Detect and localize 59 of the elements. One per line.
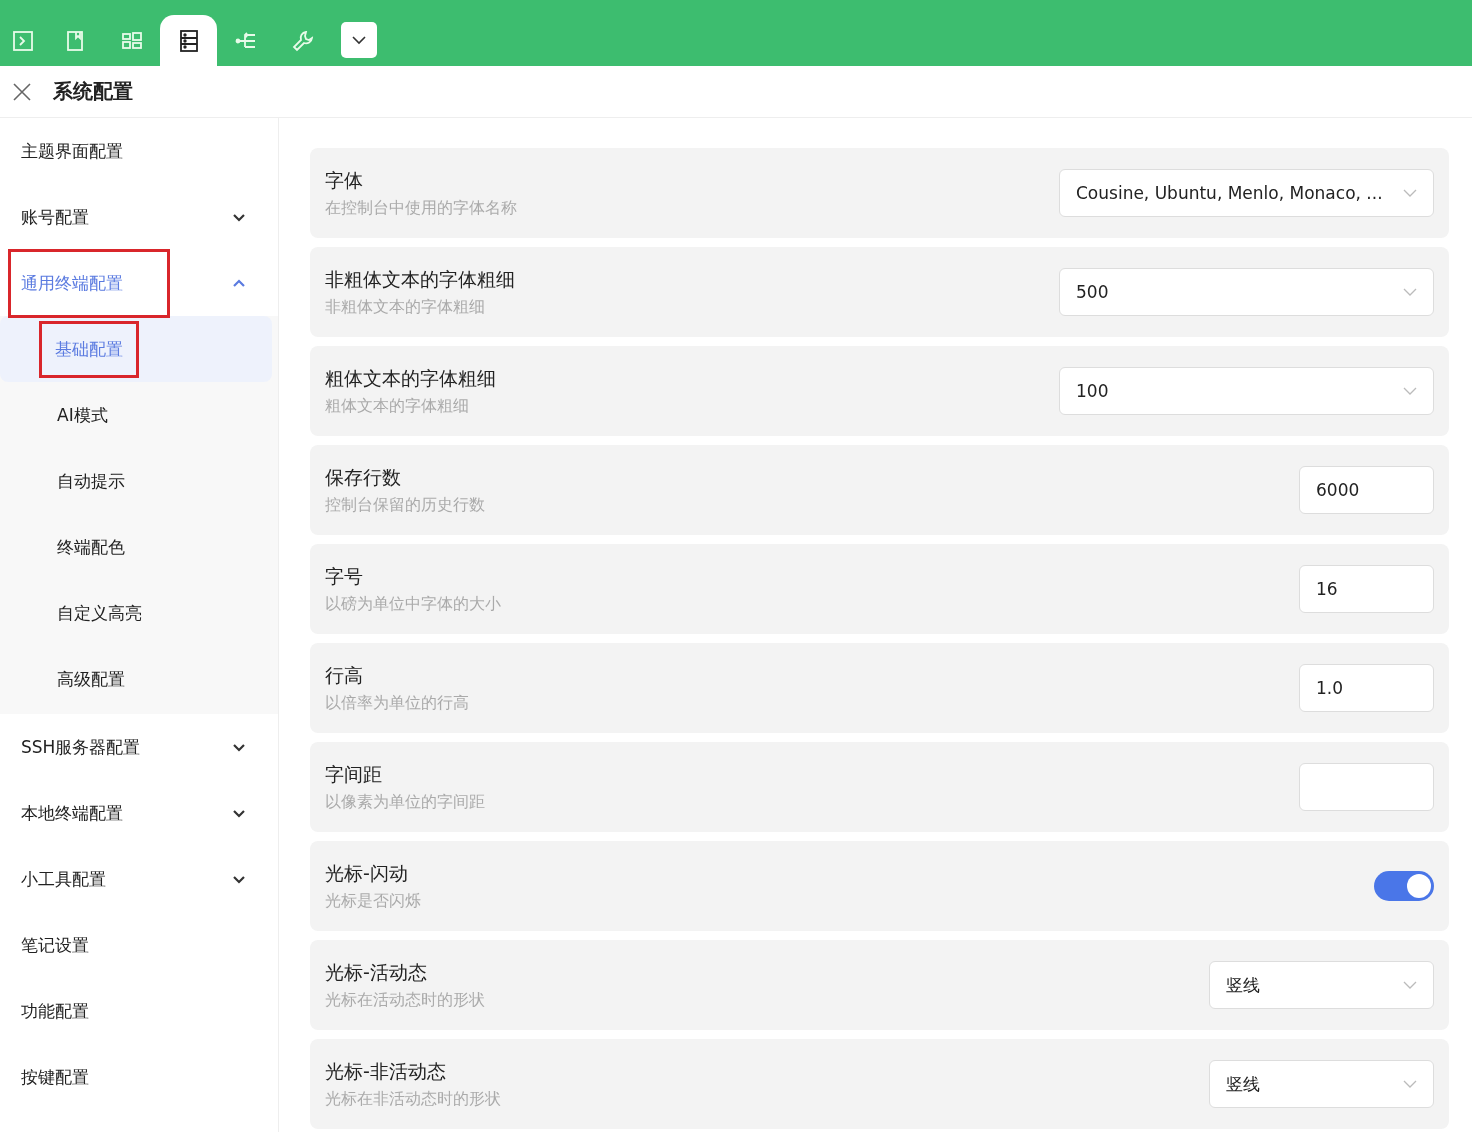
setting-title: 保存行数 (325, 464, 402, 490)
setting-description: 以磅为单位中字体的大小 (325, 593, 501, 615)
setting-title: 粗体文本的字体粗细 (325, 365, 496, 391)
select-field[interactable]: 100 (1059, 367, 1434, 415)
setting-title: 光标-非活动态 (325, 1058, 447, 1084)
setting-description: 光标在非活动态时的形状 (325, 1088, 501, 1110)
sidebar-item[interactable]: 账号配置 (0, 184, 278, 250)
terminal-icon (12, 29, 34, 52)
setting-title: 字体 (325, 167, 364, 193)
chevron-down-icon (351, 35, 367, 45)
setting-description: 粗体文本的字体粗细 (325, 395, 470, 417)
select-field[interactable]: 竖线 (1209, 961, 1434, 1009)
sidebar-item[interactable]: 本地终端配置 (0, 780, 278, 846)
sidebar-subitem[interactable]: 终端配色 (0, 514, 272, 580)
grid-icon (120, 29, 143, 52)
setting-description: 非粗体文本的字体粗细 (325, 296, 486, 318)
input-field[interactable]: 6000 (1299, 466, 1434, 514)
setting-description: 以倍率为单位的行高 (325, 692, 469, 714)
toolbar-tab[interactable] (160, 15, 217, 66)
toggle-switch[interactable] (1374, 871, 1434, 901)
sidebar-subitem[interactable]: 高级配置 (0, 646, 272, 712)
chevron-down-icon (1403, 387, 1417, 395)
setting-title: 行高 (325, 662, 364, 688)
sidebar-subitem[interactable]: 自动提示 (0, 448, 272, 514)
chevron-down-icon (1403, 189, 1417, 197)
chevron-down-icon (1403, 1080, 1417, 1088)
setting-description: 光标是否闪烁 (325, 890, 421, 912)
close-icon[interactable] (13, 82, 31, 101)
sidebar-subitem[interactable]: AI模式 (0, 382, 272, 448)
select-field[interactable]: 竖线 (1209, 1060, 1434, 1108)
setting-title: 光标-活动态 (325, 959, 428, 985)
setting-description: 以像素为单位的字间距 (325, 791, 485, 813)
sidebar-item[interactable]: 小工具配置 (0, 846, 278, 912)
input-field[interactable]: 1.0 (1299, 664, 1434, 712)
input-field[interactable]: 16 (1299, 565, 1434, 613)
server-icon (177, 29, 200, 52)
select-field[interactable]: 500 (1059, 268, 1434, 316)
setting-title: 字号 (325, 563, 364, 589)
sidebar-subitem[interactable]: 自定义高亮 (0, 580, 272, 646)
input-field[interactable] (1299, 763, 1434, 811)
setting-title: 非粗体文本的字体粗细 (325, 266, 515, 292)
setting-description: 控制台保留的历史行数 (325, 494, 485, 516)
sidebar-subitem[interactable]: 基础配置 (0, 316, 272, 382)
setting-title: 光标-闪动 (325, 860, 409, 886)
sidebar-item[interactable]: 主题界面配置 (0, 118, 278, 184)
setting-description: 在控制台中使用的字体名称 (325, 197, 517, 219)
wrench-icon (291, 29, 314, 52)
chevron-down-icon (1403, 288, 1417, 296)
setting-title: 字间距 (325, 761, 383, 787)
select-field[interactable]: Cousine, Ubuntu, Menlo, Monaco, ... (1059, 169, 1434, 217)
chevron-down-icon (1403, 981, 1417, 989)
setting-description: 光标在活动态时的形状 (325, 989, 485, 1011)
sidebar-item[interactable]: 功能配置 (0, 978, 278, 1044)
dropdown-button[interactable] (341, 22, 377, 58)
sidebar-item[interactable]: 笔记设置 (0, 912, 278, 978)
sidebar-item[interactable]: 通用终端配置 (0, 250, 278, 316)
sidebar-item[interactable]: SSH服务器配置 (0, 714, 278, 780)
page-title: 系统配置 (53, 78, 133, 105)
sidebar-item[interactable]: 按键配置 (0, 1044, 278, 1110)
